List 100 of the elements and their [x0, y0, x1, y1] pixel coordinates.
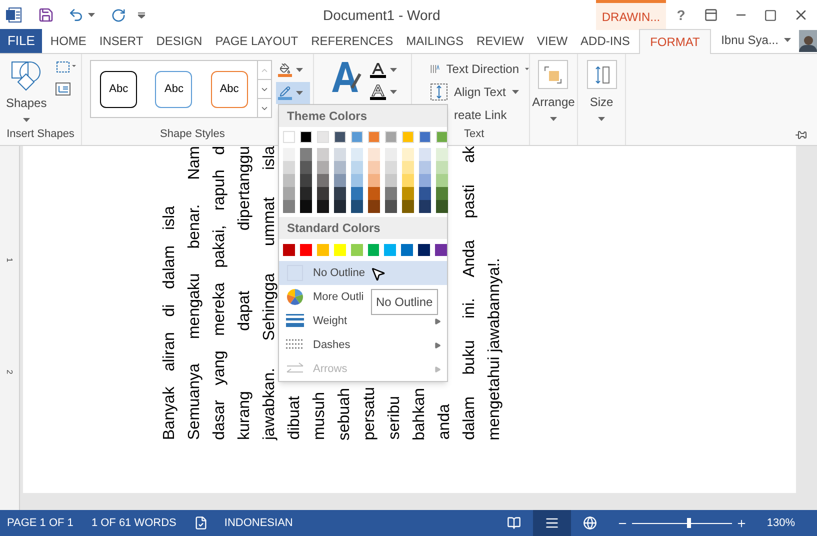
color-swatch[interactable]: [334, 200, 346, 213]
file-tab[interactable]: FILE: [0, 29, 42, 53]
color-swatch[interactable]: [283, 131, 295, 143]
text-outline-button[interactable]: [370, 84, 397, 100]
ribbon-tab[interactable]: VIEW: [532, 29, 573, 53]
color-swatch[interactable]: [334, 244, 346, 256]
arrange-button[interactable]: Arrange: [532, 60, 575, 121]
user-name[interactable]: Ibnu Sya...: [721, 31, 792, 49]
color-swatch[interactable]: [419, 174, 431, 187]
color-swatch[interactable]: [436, 161, 448, 174]
size-button[interactable]: Size: [586, 60, 616, 121]
ribbon-tab[interactable]: MAILINGS: [401, 29, 469, 53]
maximize-icon[interactable]: [764, 8, 777, 22]
color-swatch[interactable]: [351, 131, 363, 143]
color-swatch[interactable]: [334, 187, 346, 200]
color-swatch[interactable]: [435, 244, 448, 256]
undo-icon[interactable]: [68, 7, 84, 23]
menu-item[interactable]: Dashes: [283, 336, 350, 354]
color-swatch[interactable]: [317, 187, 329, 200]
color-swatch[interactable]: [436, 187, 448, 200]
customize-icon[interactable]: [138, 12, 145, 18]
edit-shape-icon[interactable]: [54, 60, 77, 74]
color-swatch[interactable]: [402, 161, 414, 174]
color-swatch[interactable]: [351, 187, 363, 200]
color-swatch[interactable]: [317, 161, 329, 174]
color-swatch[interactable]: [368, 131, 380, 143]
color-swatch[interactable]: [283, 174, 295, 187]
shapes-icon[interactable]: [10, 60, 42, 92]
ribbon-tab[interactable]: HOME: [45, 29, 92, 53]
color-swatch[interactable]: [385, 200, 397, 213]
menu-item[interactable]: No Outline: [279, 261, 447, 285]
color-swatch[interactable]: [385, 187, 397, 200]
color-swatch[interactable]: [385, 131, 397, 143]
color-swatch[interactable]: [419, 148, 431, 161]
word-count[interactable]: 1 OF 61 WORDS: [91, 514, 176, 532]
ribbon-tab[interactable]: REFERENCES: [306, 29, 398, 53]
color-swatch[interactable]: [419, 131, 431, 143]
color-swatch[interactable]: [418, 244, 430, 256]
quick-styles-icon[interactable]: [330, 60, 362, 94]
color-swatch[interactable]: [436, 174, 448, 187]
menu-item[interactable]: Weight: [283, 312, 348, 330]
view-button[interactable]: [532, 510, 571, 536]
color-swatch[interactable]: [385, 161, 397, 174]
page-count[interactable]: PAGE 1 OF 1: [7, 514, 74, 532]
zoom-level[interactable]: 130%: [766, 514, 795, 532]
ribbon-tab[interactable]: ADD-INS: [576, 29, 635, 53]
color-swatch[interactable]: [351, 174, 363, 187]
color-swatch[interactable]: [351, 161, 363, 174]
color-swatch[interactable]: [419, 200, 431, 213]
color-swatch[interactable]: [419, 161, 431, 174]
zoom-in-icon[interactable]: [736, 518, 747, 528]
color-swatch[interactable]: [317, 148, 329, 161]
color-swatch[interactable]: [283, 148, 295, 161]
shape-style-option[interactable]: Abc: [210, 70, 248, 108]
ribbon-display-options-icon[interactable]: [704, 8, 718, 22]
color-swatch[interactable]: [402, 187, 414, 200]
color-swatch[interactable]: [334, 174, 346, 187]
color-swatch[interactable]: [351, 148, 363, 161]
color-swatch[interactable]: [283, 200, 295, 213]
menu-item[interactable]: More Outli: [283, 288, 364, 306]
language-indicator[interactable]: INDONESIAN: [224, 514, 293, 532]
shape-style-option[interactable]: Abc: [100, 70, 138, 108]
pin-ribbon-icon[interactable]: [795, 129, 807, 141]
help-button[interactable]: ?: [666, 4, 696, 26]
color-swatch[interactable]: [300, 244, 312, 256]
zoom-slider[interactable]: [632, 518, 732, 528]
color-swatch[interactable]: [334, 161, 346, 174]
color-swatch[interactable]: [283, 244, 295, 256]
ribbon-tab[interactable]: DESIGN: [151, 29, 208, 53]
color-swatch[interactable]: [368, 174, 380, 187]
color-swatch[interactable]: [317, 131, 329, 143]
user-avatar[interactable]: [799, 30, 817, 52]
color-swatch[interactable]: [316, 244, 329, 256]
color-swatch[interactable]: [283, 187, 295, 200]
color-swatch[interactable]: [300, 200, 312, 213]
text-command[interactable]: Text Direction: [430, 60, 529, 78]
color-swatch[interactable]: [401, 244, 414, 256]
text-command[interactable]: Align Text: [430, 83, 529, 101]
ribbon-tab[interactable]: REVIEW: [472, 29, 529, 53]
scroll-down-button[interactable]: [258, 79, 271, 99]
color-swatch[interactable]: [317, 174, 329, 187]
color-swatch[interactable]: [300, 161, 312, 174]
text-fill-button[interactable]: [370, 62, 397, 78]
color-swatch[interactable]: [402, 200, 414, 213]
ribbon-tab[interactable]: FORMAT: [638, 29, 712, 54]
color-swatch[interactable]: [300, 187, 312, 200]
redo-icon[interactable]: [111, 8, 126, 22]
color-swatch[interactable]: [368, 244, 380, 256]
color-swatch[interactable]: [300, 148, 312, 161]
proofing-icon[interactable]: [194, 516, 208, 530]
color-swatch[interactable]: [300, 174, 312, 187]
color-swatch[interactable]: [368, 161, 380, 174]
color-swatch[interactable]: [436, 131, 448, 143]
color-swatch[interactable]: [368, 200, 380, 213]
color-swatch[interactable]: [402, 131, 414, 143]
color-swatch[interactable]: [419, 187, 431, 200]
app-icon[interactable]: [6, 7, 22, 23]
color-swatch[interactable]: [402, 148, 414, 161]
color-swatch[interactable]: [317, 200, 329, 213]
shape-outline-button[interactable]: [276, 82, 310, 104]
